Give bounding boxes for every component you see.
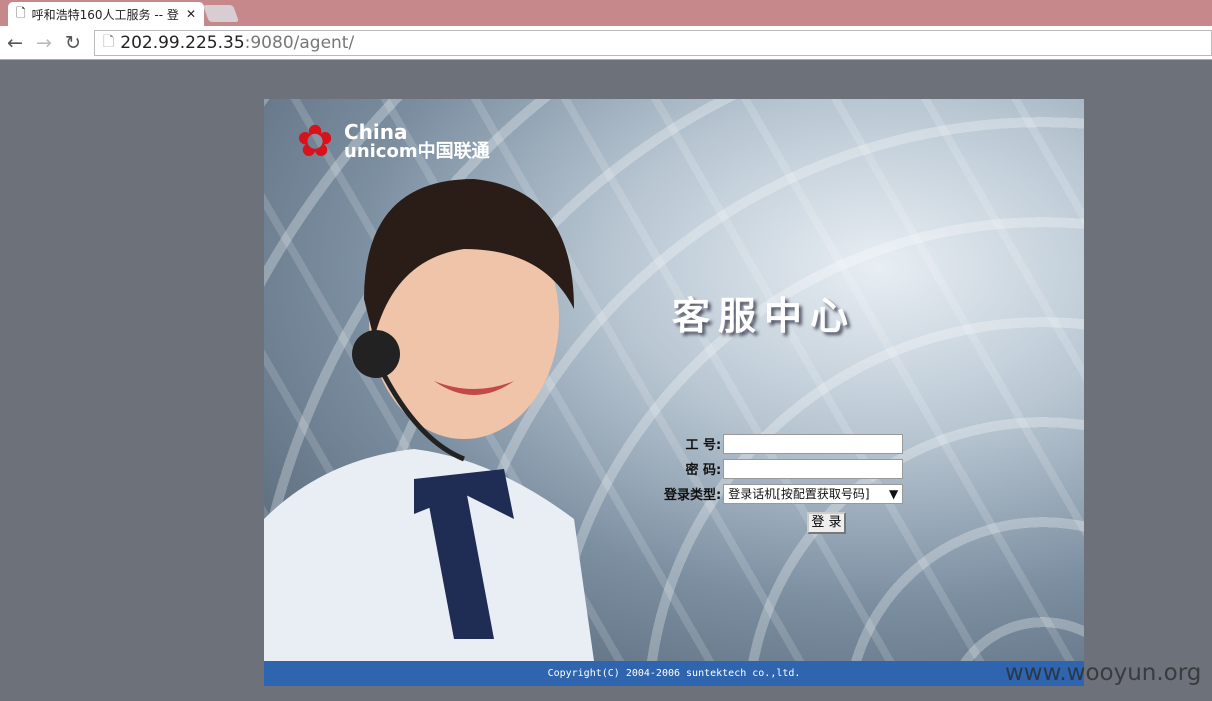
password-input[interactable]: [723, 458, 904, 479]
login-form: 工 号: 密 码: 登录类型: 登录话机[按配置获取号码] ▼: [664, 431, 904, 506]
unicom-knot-icon: ✿: [296, 116, 334, 167]
tab-title: 呼和浩特160人工服务 -- 登: [31, 7, 179, 22]
login-button[interactable]: 登 录: [807, 512, 846, 534]
footer-copyright: Copyright(C) 2004-2006 suntektech co.,lt…: [264, 661, 1084, 686]
page-icon: 🗋: [103, 34, 115, 50]
url-path: :9080/agent/: [244, 33, 355, 53]
close-tab-icon[interactable]: ✕: [186, 7, 196, 21]
logo-line2: unicom中国联通: [344, 141, 490, 162]
address-bar[interactable]: 🗋 202.99.225.35:9080/agent/: [94, 30, 1212, 56]
password-label: 密 码:: [685, 463, 722, 478]
agent-photo: [264, 179, 594, 661]
china-unicom-logo: ✿ China unicom中国联通: [286, 117, 490, 167]
login-type-select[interactable]: 登录话机[按配置获取号码] ▼: [723, 483, 904, 504]
reload-icon[interactable]: ↻: [65, 32, 81, 54]
browser-tab[interactable]: 🗋 呼和浩特160人工服务 -- 登 ✕: [8, 2, 204, 26]
logo-line1: China: [344, 120, 408, 144]
forward-icon[interactable]: →: [36, 32, 52, 54]
page-icon: 🗋: [16, 5, 26, 20]
login-type-value: 登录话机[按配置获取号码]: [728, 487, 870, 501]
new-tab-button[interactable]: [202, 5, 240, 22]
page-title: 客服中心: [672, 294, 857, 338]
employee-id-input[interactable]: [723, 433, 904, 454]
login-banner: ✿ China unicom中国联通 客服中心 工 号: 密 码: 登录类型: 登…: [264, 99, 1084, 661]
dropdown-arrow-icon: ▼: [888, 486, 899, 501]
id-label: 工 号:: [685, 438, 722, 453]
tab-bar: 🗋 呼和浩特160人工服务 -- 登 ✕: [0, 0, 1212, 26]
url-host: 202.99.225.35: [120, 33, 245, 53]
browser-toolbar: ← → ↻ 🗋 202.99.225.35:9080/agent/: [0, 26, 1212, 60]
login-type-label: 登录类型:: [664, 488, 722, 503]
back-icon[interactable]: ←: [7, 32, 23, 54]
watermark: www.wooyun.org: [1005, 660, 1202, 686]
